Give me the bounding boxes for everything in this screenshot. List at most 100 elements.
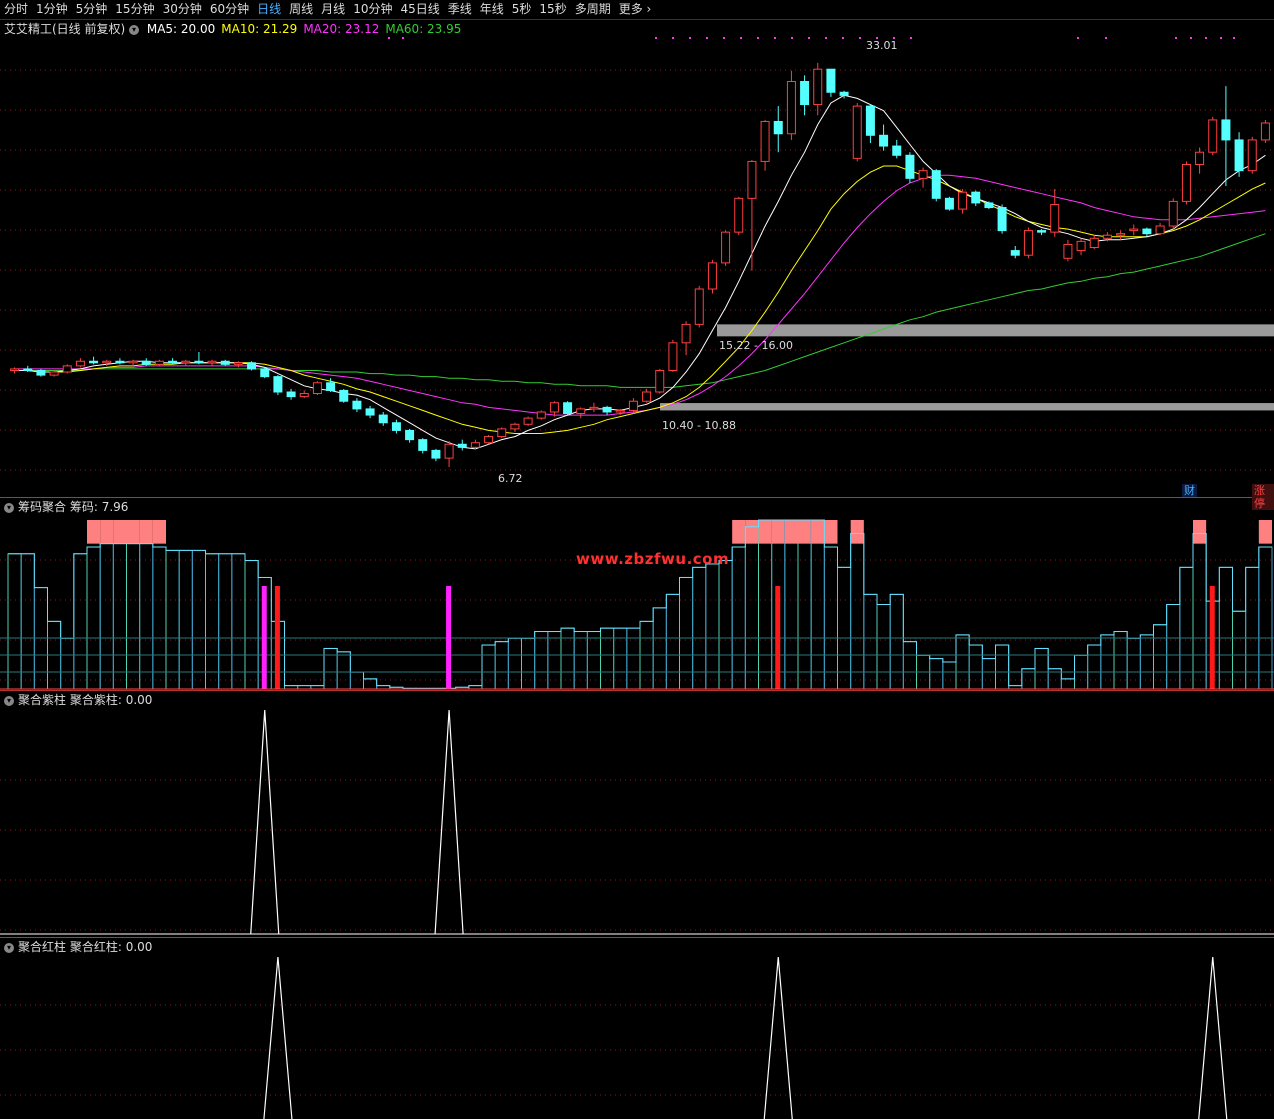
candle [826,68,836,93]
chip-bar [810,519,825,690]
tab-2[interactable]: 5分钟 [72,0,112,19]
tab-10[interactable]: 45日线 [396,0,443,19]
chip-bar [60,637,75,690]
candle [510,423,520,430]
candle [865,105,875,136]
signal-dot [825,37,827,39]
signal-dot [791,37,793,39]
chip-bar [1166,604,1181,690]
signal-dot [1220,37,1222,39]
tab-13[interactable]: 5秒 [508,0,536,19]
candle [707,262,717,290]
tab-8[interactable]: 月线 [317,0,349,19]
candle [984,202,994,209]
chip-bar [652,607,667,690]
candle [181,360,191,364]
candle [905,154,915,179]
candle [852,105,862,159]
tab-5[interactable]: 60分钟 [206,0,253,19]
candle [154,360,164,365]
candle [997,207,1007,232]
signal-dot [402,37,404,39]
candle [1221,119,1231,141]
finance-badge[interactable]: 财 [1182,484,1197,497]
tab-0[interactable]: 分时 [0,0,32,19]
candle [339,389,349,402]
candle [273,376,283,393]
candle [918,170,928,179]
chip-bar [349,671,365,690]
candle [721,231,731,264]
signal-dot [740,37,742,39]
lower-band-label: 10.40 - 10.88 [662,419,736,432]
chip-bar [955,634,970,690]
chip-bar [284,685,299,690]
chip-bar [191,549,206,690]
stock-chart[interactable] [0,20,1274,1119]
chip-bar [823,546,838,690]
tab-11[interactable]: 季线 [444,0,476,19]
candle [1260,122,1270,141]
chip-bar [1087,644,1102,690]
tab-7[interactable]: 周线 [285,0,317,19]
chip-bar [981,658,996,690]
chip-bar [547,631,562,690]
candle [352,400,362,410]
chip-bar [20,553,35,690]
signal-dot [689,37,691,39]
candle [220,360,230,365]
candle [194,360,204,364]
chip-top [126,520,140,544]
candle [1050,203,1060,233]
chip-bar [1258,546,1273,690]
tab-3[interactable]: 15分钟 [111,0,158,19]
limit-up-badge[interactable]: 涨停 [1252,484,1274,510]
tab-15[interactable]: 多周期 [571,0,615,19]
red-signal-bar [775,586,781,689]
candle [207,360,217,364]
tab-16[interactable]: 更多 [615,0,656,19]
tab-6[interactable]: 日线 [253,0,285,19]
candle [734,197,744,233]
chip-bar [244,560,259,690]
candle [602,406,612,413]
chip-bar [942,661,957,690]
tab-12[interactable]: 年线 [476,0,508,19]
candle [1168,200,1178,227]
signal-dot [706,37,708,39]
chip-bar [7,553,22,690]
chip-bar [850,533,865,690]
chip-bar [205,553,220,690]
chip-bar [744,526,759,690]
candle [247,362,257,370]
candle [1208,119,1218,153]
ma5-line [14,94,1266,450]
signal-dot [859,37,861,39]
chip-top [771,520,785,544]
candle [628,400,638,411]
tab-9[interactable]: 10分钟 [349,0,396,19]
chip-top [758,520,772,544]
chip-bar [797,519,812,690]
chip-top [1193,520,1207,544]
tab-14[interactable]: 15秒 [535,0,570,19]
candle [62,365,72,373]
candle [1023,230,1033,256]
candle [839,91,849,96]
candle [75,360,85,367]
candle [299,393,309,398]
candle [694,288,704,325]
chip-bar [165,549,180,690]
tab-4[interactable]: 30分钟 [159,0,206,19]
tab-1[interactable]: 1分钟 [32,0,72,19]
ma20-line [14,174,1266,416]
red-spike [263,956,293,1119]
chip-bar [507,637,523,690]
chip-bar [1126,637,1141,690]
chip-bar [1218,566,1234,690]
candle [286,391,296,398]
ma60-line [14,233,1266,388]
purple-signal-bar [446,586,452,689]
candle [1181,164,1191,202]
chip-bar [837,566,852,690]
